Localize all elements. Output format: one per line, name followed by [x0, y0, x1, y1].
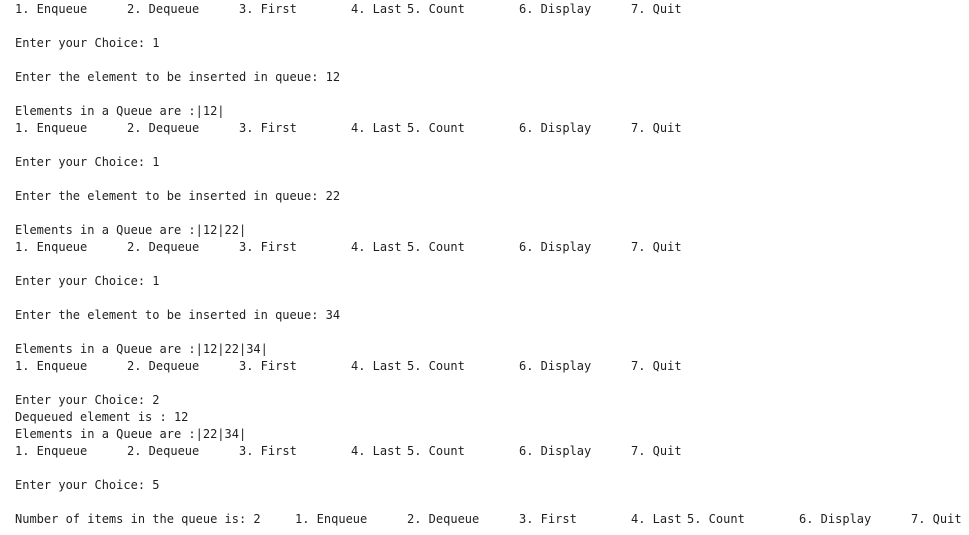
menu-option: 7. Quit — [631, 2, 682, 16]
menu-option: 6. Display — [519, 359, 592, 373]
menu-option: 3. First — [239, 444, 297, 458]
menu-option: 6. Display — [519, 444, 592, 458]
menu-option: 1. Enqueue — [15, 121, 88, 135]
console-line: Elements in a Queue are :|12|22| — [15, 223, 247, 237]
console-line: Enter the element to be inserted in queu… — [15, 70, 341, 84]
menu-option: 5. Count — [407, 2, 465, 16]
menu-option: 4. Last — [351, 121, 402, 135]
menu-option: 4. Last — [351, 444, 402, 458]
menu-option: 7. Quit — [911, 512, 962, 526]
menu-option: 7. Quit — [631, 240, 682, 254]
menu-option: 1. Enqueue — [15, 240, 88, 254]
menu-option: 5. Count — [407, 121, 465, 135]
console-line: Enter your Choice: 1 — [15, 155, 160, 169]
menu-option: 2. Dequeue — [127, 359, 200, 373]
menu-option: 3. First — [239, 2, 297, 16]
menu-option: 6. Display — [519, 2, 592, 16]
console-line: Elements in a Queue are :|22|34| — [15, 427, 247, 441]
menu-option: 5. Count — [407, 444, 465, 458]
menu-option: 5. Count — [687, 512, 745, 526]
menu-option: 5. Count — [407, 240, 465, 254]
console-output: 1. Enqueue 2. Dequeue 3. First 4. Last 5. Co… — [0, 0, 969, 535]
menu-option: 2. Dequeue — [127, 2, 200, 16]
console-line: Enter your Choice: 5 — [15, 478, 160, 492]
menu-option: 6. Display — [519, 121, 592, 135]
console-line: Enter your Choice: 2 — [15, 393, 160, 407]
menu-option: 4. Last — [351, 2, 402, 16]
console-line: Elements in a Queue are :|12| — [15, 104, 225, 118]
menu-option: 4. Last — [631, 512, 682, 526]
menu-option: 7. Quit — [631, 121, 682, 135]
console-line: Elements in a Queue are :|12|22|34| — [15, 342, 268, 356]
menu-option: 1. Enqueue — [295, 512, 368, 526]
menu-option: 4. Last — [351, 240, 402, 254]
menu-option: 5. Count — [407, 359, 465, 373]
menu-option: 7. Quit — [631, 444, 682, 458]
console-line: Enter the element to be inserted in queu… — [15, 308, 341, 322]
menu-option: 3. First — [239, 121, 297, 135]
menu-option: 3. First — [519, 512, 577, 526]
count-result: Number of items in the queue is: 2 — [15, 512, 261, 526]
menu-option: 1. Enqueue — [15, 444, 88, 458]
menu-option: 1. Enqueue — [15, 2, 88, 16]
menu-option: 6. Display — [799, 512, 872, 526]
menu-option: 2. Dequeue — [407, 512, 480, 526]
menu-option: 3. First — [239, 359, 297, 373]
menu-option: 4. Last — [351, 359, 402, 373]
console-line: Dequeued element is : 12 — [15, 410, 189, 424]
menu-option: 3. First — [239, 240, 297, 254]
console-line: Enter the element to be inserted in queu… — [15, 189, 341, 203]
menu-option: 2. Dequeue — [127, 240, 200, 254]
menu-option: 2. Dequeue — [127, 444, 200, 458]
menu-option: 1. Enqueue — [15, 359, 88, 373]
console-line: Enter your Choice: 1 — [15, 36, 160, 50]
console-line: Enter your Choice: 1 — [15, 274, 160, 288]
menu-option: 7. Quit — [631, 359, 682, 373]
menu-option: 6. Display — [519, 240, 592, 254]
menu-option: 2. Dequeue — [127, 121, 200, 135]
